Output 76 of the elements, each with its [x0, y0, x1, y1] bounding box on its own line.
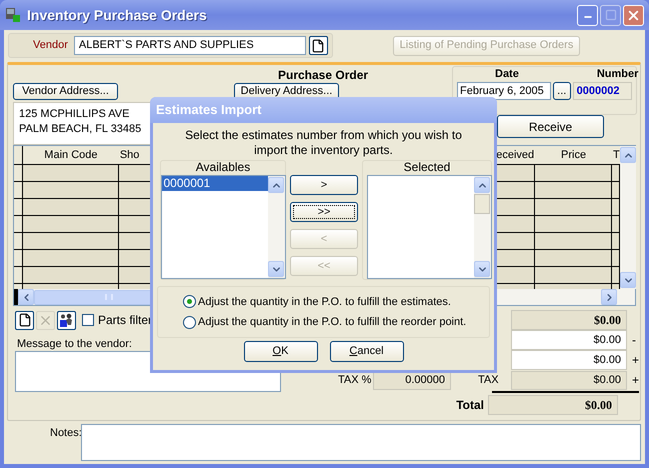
- people-icon: [59, 312, 74, 328]
- vendor-label: Vendor: [33, 38, 68, 54]
- maximize-icon: [604, 9, 616, 21]
- purchase-order-title: Purchase Order: [278, 68, 368, 82]
- scroll-up-button[interactable]: [268, 177, 284, 193]
- vertical-scrollbar[interactable]: [620, 146, 636, 289]
- tax-label: TAX: [478, 372, 500, 388]
- number-field: 0000002: [572, 82, 632, 100]
- selected-label: Selected: [404, 161, 450, 174]
- move-button[interactable]: >: [290, 175, 358, 195]
- sign-text: -: [632, 332, 636, 349]
- tax-amount-field: $0.00: [511, 370, 627, 390]
- message-label: Message to the vendor:: [17, 338, 132, 350]
- minimize-button[interactable]: [577, 4, 598, 26]
- window-title: Inventory Purchase Orders: [27, 6, 207, 25]
- column-header[interactable]: Price: [561, 146, 586, 164]
- document-icon: [18, 313, 32, 327]
- scroll-up-button[interactable]: [620, 147, 636, 163]
- document-icon: [311, 38, 326, 52]
- close-button[interactable]: [623, 4, 644, 26]
- total-label: Total: [455, 397, 485, 414]
- column-header[interactable]: eceived: [496, 146, 534, 164]
- notes-field[interactable]: [81, 424, 641, 461]
- vendor-field[interactable]: ALBERT`S PARTS AND SUPPLIES: [74, 36, 306, 55]
- date-field[interactable]: February 6, 2005: [457, 82, 551, 100]
- vertical-scrollbar[interactable]: [474, 176, 490, 278]
- computer-icon: [5, 7, 21, 23]
- parts-filter-label: Parts filter: [98, 312, 152, 329]
- number-label: Number: [596, 68, 638, 81]
- total-field: $0.00: [488, 395, 618, 415]
- address-line: 125 MCPHILLIPS AVE: [19, 107, 130, 122]
- scroll-left-button[interactable]: [18, 289, 34, 305]
- scroll-up-button[interactable]: [474, 177, 490, 193]
- new-document-button[interactable]: [308, 36, 328, 55]
- dialog-title: Estimates Import: [156, 101, 262, 120]
- scroll-down-button[interactable]: [268, 261, 284, 277]
- column-header[interactable]: Sho: [120, 146, 140, 164]
- receive-button[interactable]: Receive: [497, 115, 604, 138]
- dialog-button[interactable]: Cancel: [330, 341, 404, 362]
- row-header[interactable]: [14, 250, 23, 266]
- notes-label: Notes:: [50, 426, 81, 441]
- scroll-thumb[interactable]: [474, 194, 490, 214]
- instructions-text: Select the estimates number from which you wish to import the inventory parts.: [184, 128, 463, 158]
- sign-text: +: [632, 372, 640, 389]
- scroll-right-button[interactable]: [601, 289, 617, 305]
- row-header[interactable]: [14, 233, 23, 249]
- move-button[interactable]: >>: [290, 202, 358, 222]
- people-button[interactable]: [57, 310, 76, 330]
- scroll-down-button[interactable]: [620, 272, 636, 288]
- column-header[interactable]: T: [612, 146, 620, 164]
- scroll-down-button[interactable]: [474, 261, 490, 277]
- radio-button[interactable]: [183, 295, 196, 308]
- parts-filter-checkbox[interactable]: [82, 314, 94, 326]
- row-header[interactable]: [14, 165, 23, 181]
- vertical-scrollbar[interactable]: [268, 176, 284, 278]
- row-header[interactable]: [14, 216, 23, 232]
- option-label: Adjust the quantity in the P.O. to fulfill the estimates.: [198, 294, 451, 310]
- date-picker-button[interactable]: ...: [552, 82, 571, 100]
- amount-field: $0.00: [511, 310, 627, 330]
- sign-text: +: [632, 352, 640, 369]
- tax-percent-label: TAX %: [338, 372, 372, 388]
- column-header[interactable]: Main Code: [44, 146, 98, 164]
- list-item[interactable]: 0000001: [162, 176, 268, 191]
- option-label: Adjust the quantity in the P.O. to fulfill the reorder point.: [198, 315, 466, 330]
- row-header[interactable]: [14, 182, 23, 198]
- date-label: Date: [495, 68, 519, 81]
- dialog-button[interactable]: OK: [244, 341, 318, 362]
- availables-label: Availables: [196, 161, 250, 174]
- amount-field[interactable]: $0.00: [511, 350, 627, 370]
- address-line: PALM BEACH, FL 33485: [19, 122, 142, 137]
- new-document-button[interactable]: [15, 310, 34, 330]
- amount-field[interactable]: $0.00: [511, 330, 627, 350]
- row-header[interactable]: [14, 267, 23, 283]
- row-header[interactable]: [14, 199, 23, 215]
- radio-button[interactable]: [183, 316, 196, 329]
- vendor-address-button[interactable]: Vendor Address...: [13, 83, 118, 100]
